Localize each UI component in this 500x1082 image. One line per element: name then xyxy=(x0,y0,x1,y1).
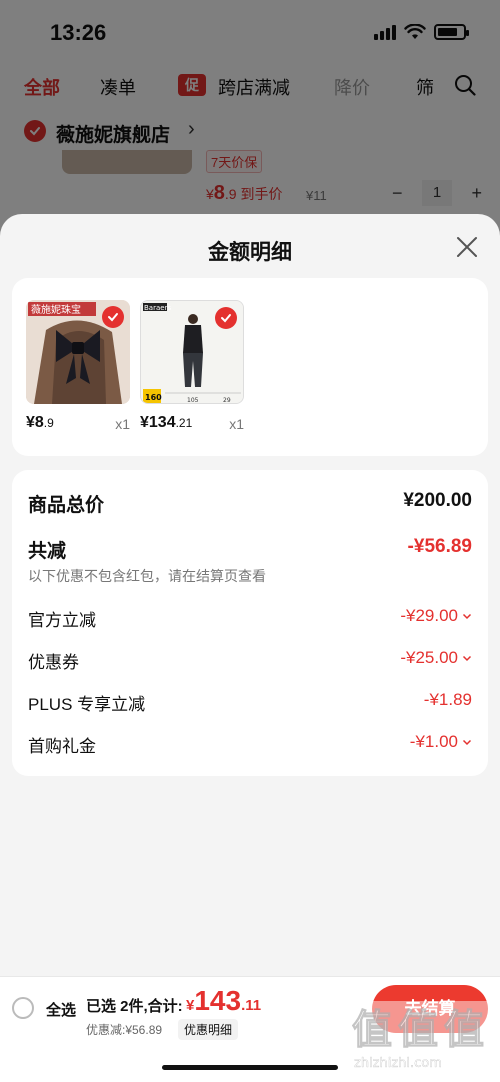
brand-label: Baraers xyxy=(144,304,171,312)
product-item[interactable]: Baraers 160 105 29 ¥134.21 x1 xyxy=(140,300,244,432)
product-quantity: x1 xyxy=(229,416,244,432)
product-price-decimal: .9 xyxy=(43,416,54,430)
discount-row: 共减 -¥56.89 xyxy=(28,536,472,566)
discount-item-label: 官方立减 xyxy=(28,611,96,630)
discount-item-label: 优惠券 xyxy=(28,653,79,672)
sheet-title: 金额明细 xyxy=(208,241,292,264)
discount-item-value[interactable]: -¥25.00 xyxy=(400,648,472,668)
discount-item-value[interactable]: -¥29.00 xyxy=(400,606,472,626)
product-quantity: x1 xyxy=(115,416,130,432)
product-price-integer: ¥8 xyxy=(26,414,44,431)
watermark-domain: zhizhizhi.com xyxy=(354,1056,442,1071)
selected-products-card: 薇施妮珠宝 ¥8.9 x1 Baraers 160 105 29 ¥134.21… xyxy=(12,278,488,456)
total-price: ¥143.11 xyxy=(186,985,261,1017)
discount-value: -¥56.89 xyxy=(407,536,472,557)
product-image-label: 薇施妮珠宝 xyxy=(31,303,81,316)
product-checked-icon[interactable] xyxy=(102,306,124,328)
chevron-down-icon[interactable] xyxy=(462,611,472,621)
product-price: ¥134.21 xyxy=(140,414,192,432)
select-all-label[interactable]: 全选 xyxy=(46,999,76,1020)
total-row: 商品总价 ¥200.00 xyxy=(28,490,472,520)
discount-item-amount: -¥1.00 xyxy=(409,732,458,751)
discount-note: 以下优惠不包含红包，请在结算页查看 xyxy=(28,568,266,584)
total-price-integer: 143 xyxy=(194,985,242,1016)
product-price-decimal: .21 xyxy=(175,416,193,430)
watermark-glyph: 值 xyxy=(444,1007,484,1053)
product-checked-icon[interactable] xyxy=(215,307,237,329)
svg-text:105: 105 xyxy=(187,397,199,404)
total-price-decimal: .11 xyxy=(241,997,262,1014)
product-image[interactable]: Baraers 160 105 29 xyxy=(140,300,244,404)
select-all-checkbox[interactable] xyxy=(12,997,34,1019)
product-item[interactable]: 薇施妮珠宝 ¥8.9 x1 xyxy=(26,300,130,432)
total-label: 商品总价 xyxy=(28,495,105,516)
close-icon[interactable] xyxy=(456,236,478,258)
svg-text:29: 29 xyxy=(223,397,231,404)
discount-label: 共减 xyxy=(28,541,67,562)
home-indicator[interactable] xyxy=(162,1065,338,1070)
discount-item-plus: PLUS 专享立减 -¥1.89 xyxy=(28,690,472,720)
chevron-down-icon[interactable] xyxy=(462,737,472,747)
discount-item-value: -¥1.89 xyxy=(424,690,472,710)
amount-detail-sheet: 金额明细 薇施妮珠宝 ¥8.9 x1 Baraers 160 105 29 ¥1… xyxy=(0,214,500,1082)
checkout-bar: 全选 已选 2件,合计: ¥143.11 优惠减:¥56.89 优惠明细 去结算… xyxy=(0,976,500,1082)
discount-detail-link[interactable]: 优惠明细 xyxy=(178,1019,239,1040)
discount-item-amount: -¥1.89 xyxy=(423,690,472,709)
discount-item-value[interactable]: -¥1.00 xyxy=(410,732,472,752)
chevron-down-icon[interactable] xyxy=(462,653,472,663)
discount-item-amount: -¥25.00 xyxy=(400,648,458,667)
discount-item-coupon[interactable]: 优惠券 -¥25.00 xyxy=(28,648,472,678)
svg-text:160: 160 xyxy=(145,393,162,402)
watermark-glyph: 值 xyxy=(352,1007,392,1053)
product-price-integer: ¥134 xyxy=(140,414,176,431)
discount-item-official[interactable]: 官方立减 -¥29.00 xyxy=(28,606,472,636)
discount-item-amount: -¥29.00 xyxy=(400,606,458,625)
discount-item-label: PLUS 专享立减 xyxy=(28,695,146,714)
price-summary-card: 商品总价 ¥200.00 共减 -¥56.89 以下优惠不包含红包，请在结算页查… xyxy=(12,470,488,776)
watermark-logo: 值 值 值 zhizhizhi.com xyxy=(352,1001,492,1071)
discount-summary-text: 优惠减:¥56.89 xyxy=(86,1023,163,1037)
product-image[interactable]: 薇施妮珠宝 xyxy=(26,300,130,404)
discount-item-label: 首购礼金 xyxy=(28,737,96,756)
total-price-yen: ¥ xyxy=(186,997,195,1014)
total-value: ¥200.00 xyxy=(403,490,472,511)
watermark-glyph: 值 xyxy=(398,1007,438,1053)
discount-item-first-purchase[interactable]: 首购礼金 -¥1.00 xyxy=(28,732,472,762)
selected-count-text: 已选 2件,合计: xyxy=(86,998,183,1015)
product-price: ¥8.9 xyxy=(26,414,54,432)
